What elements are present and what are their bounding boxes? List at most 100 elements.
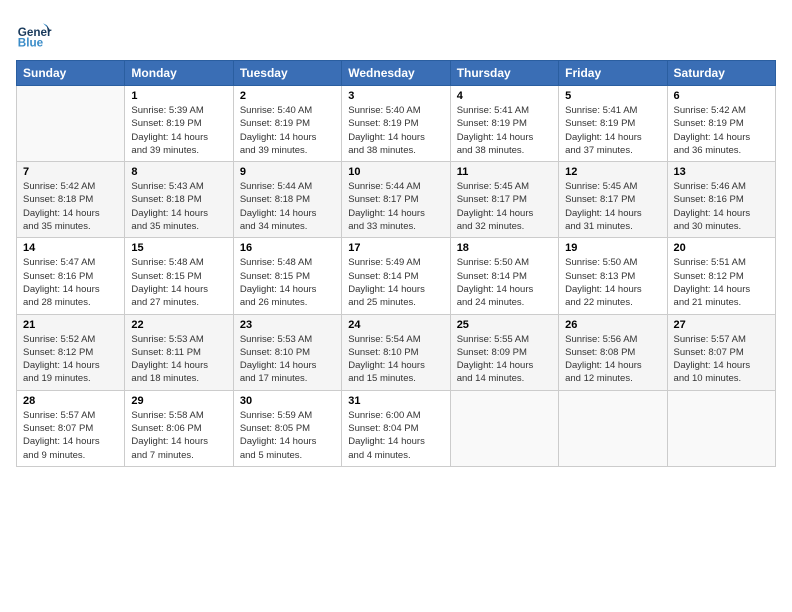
week-row-5: 28Sunrise: 5:57 AM Sunset: 8:07 PM Dayli…	[17, 390, 776, 466]
day-info: Sunrise: 5:48 AM Sunset: 8:15 PM Dayligh…	[240, 256, 335, 309]
day-number: 25	[457, 319, 552, 331]
day-number: 21	[23, 319, 118, 331]
day-number: 10	[348, 166, 443, 178]
calendar-table: SundayMondayTuesdayWednesdayThursdayFrid…	[16, 60, 776, 467]
calendar-cell: 25 Sunrise: 5:55 AM Sunset: 8:09 PM Dayli…	[450, 314, 558, 390]
day-info: Sunrise: 5:41 AM Sunset: 8:19 PM Dayligh…	[457, 104, 552, 157]
calendar-cell: 20 Sunrise: 5:51 AM Sunset: 8:12 PM Dayli…	[667, 238, 775, 314]
calendar-cell: 15 Sunrise: 5:48 AM Sunset: 8:15 PM Dayli…	[125, 238, 233, 314]
day-number: 31	[348, 395, 443, 407]
day-number: 20	[674, 242, 769, 254]
day-info: Sunrise: 5:50 AM Sunset: 8:13 PM Dayligh…	[565, 256, 660, 309]
day-info: Sunrise: 5:40 AM Sunset: 8:19 PM Dayligh…	[240, 104, 335, 157]
day-number: 4	[457, 90, 552, 102]
calendar-header: SundayMondayTuesdayWednesdayThursdayFrid…	[17, 61, 776, 86]
day-info: Sunrise: 5:52 AM Sunset: 8:12 PM Dayligh…	[23, 333, 118, 386]
day-info: Sunrise: 5:42 AM Sunset: 8:19 PM Dayligh…	[674, 104, 769, 157]
day-number: 29	[131, 395, 226, 407]
header-day-friday: Friday	[559, 61, 667, 86]
calendar-cell: 31 Sunrise: 6:00 AM Sunset: 8:04 PM Dayli…	[342, 390, 450, 466]
day-info: Sunrise: 5:57 AM Sunset: 8:07 PM Dayligh…	[674, 333, 769, 386]
header-day-sunday: Sunday	[17, 61, 125, 86]
calendar-cell: 11Sunrise: 5:45 AM Sunset: 8:17 PM Dayli…	[450, 162, 558, 238]
day-number: 13	[674, 166, 769, 178]
day-number: 28	[23, 395, 118, 407]
day-info: Sunrise: 6:00 AM Sunset: 8:04 PM Dayligh…	[348, 409, 443, 462]
logo-icon: General Blue	[16, 16, 52, 52]
day-info: Sunrise: 5:59 AM Sunset: 8:05 PM Dayligh…	[240, 409, 335, 462]
calendar-cell: 21 Sunrise: 5:52 AM Sunset: 8:12 PM Dayli…	[17, 314, 125, 390]
calendar-cell: 9 Sunrise: 5:44 AM Sunset: 8:18 PM Daylig…	[233, 162, 341, 238]
calendar-cell: 3Sunrise: 5:40 AM Sunset: 8:19 PM Daylig…	[342, 86, 450, 162]
day-number: 2	[240, 90, 335, 102]
day-number: 7	[23, 166, 118, 178]
page-header: General Blue	[16, 16, 776, 52]
calendar-cell: 27Sunrise: 5:57 AM Sunset: 8:07 PM Dayli…	[667, 314, 775, 390]
header-row: SundayMondayTuesdayWednesdayThursdayFrid…	[17, 61, 776, 86]
calendar-cell: 24Sunrise: 5:54 AM Sunset: 8:10 PM Dayli…	[342, 314, 450, 390]
day-number: 26	[565, 319, 660, 331]
calendar-cell: 16 Sunrise: 5:48 AM Sunset: 8:15 PM Dayli…	[233, 238, 341, 314]
calendar-cell: 4 Sunrise: 5:41 AM Sunset: 8:19 PM Daylig…	[450, 86, 558, 162]
day-number: 6	[674, 90, 769, 102]
calendar-cell: 29 Sunrise: 5:58 AM Sunset: 8:06 PM Dayli…	[125, 390, 233, 466]
calendar-cell: 26 Sunrise: 5:56 AM Sunset: 8:08 PM Dayli…	[559, 314, 667, 390]
day-number: 30	[240, 395, 335, 407]
calendar-cell	[559, 390, 667, 466]
day-info: Sunrise: 5:43 AM Sunset: 8:18 PM Dayligh…	[131, 180, 226, 233]
calendar-cell	[667, 390, 775, 466]
calendar-cell: 12 Sunrise: 5:45 AM Sunset: 8:17 PM Dayli…	[559, 162, 667, 238]
day-number: 19	[565, 242, 660, 254]
day-info: Sunrise: 5:44 AM Sunset: 8:18 PM Dayligh…	[240, 180, 335, 233]
day-number: 17	[348, 242, 443, 254]
day-info: Sunrise: 5:53 AM Sunset: 8:11 PM Dayligh…	[131, 333, 226, 386]
day-info: Sunrise: 5:47 AM Sunset: 8:16 PM Dayligh…	[23, 256, 118, 309]
day-number: 5	[565, 90, 660, 102]
day-info: Sunrise: 5:49 AM Sunset: 8:14 PM Dayligh…	[348, 256, 443, 309]
calendar-cell: 19 Sunrise: 5:50 AM Sunset: 8:13 PM Dayli…	[559, 238, 667, 314]
calendar-cell: 13 Sunrise: 5:46 AM Sunset: 8:16 PM Dayli…	[667, 162, 775, 238]
header-day-saturday: Saturday	[667, 61, 775, 86]
day-info: Sunrise: 5:51 AM Sunset: 8:12 PM Dayligh…	[674, 256, 769, 309]
day-number: 9	[240, 166, 335, 178]
calendar-cell	[17, 86, 125, 162]
day-number: 22	[131, 319, 226, 331]
day-number: 15	[131, 242, 226, 254]
calendar-cell: 23Sunrise: 5:53 AM Sunset: 8:10 PM Dayli…	[233, 314, 341, 390]
day-number: 8	[131, 166, 226, 178]
week-row-2: 7Sunrise: 5:42 AM Sunset: 8:18 PM Daylig…	[17, 162, 776, 238]
calendar-cell: 14Sunrise: 5:47 AM Sunset: 8:16 PM Dayli…	[17, 238, 125, 314]
calendar-cell: 10 Sunrise: 5:44 AM Sunset: 8:17 PM Dayli…	[342, 162, 450, 238]
header-day-thursday: Thursday	[450, 61, 558, 86]
day-info: Sunrise: 5:58 AM Sunset: 8:06 PM Dayligh…	[131, 409, 226, 462]
day-info: Sunrise: 5:48 AM Sunset: 8:15 PM Dayligh…	[131, 256, 226, 309]
day-info: Sunrise: 5:44 AM Sunset: 8:17 PM Dayligh…	[348, 180, 443, 233]
day-info: Sunrise: 5:53 AM Sunset: 8:10 PM Dayligh…	[240, 333, 335, 386]
calendar-cell: 6 Sunrise: 5:42 AM Sunset: 8:19 PM Daylig…	[667, 86, 775, 162]
day-number: 18	[457, 242, 552, 254]
calendar-cell: 8 Sunrise: 5:43 AM Sunset: 8:18 PM Daylig…	[125, 162, 233, 238]
day-number: 12	[565, 166, 660, 178]
calendar-cell: 17 Sunrise: 5:49 AM Sunset: 8:14 PM Dayli…	[342, 238, 450, 314]
calendar-cell: 22 Sunrise: 5:53 AM Sunset: 8:11 PM Dayli…	[125, 314, 233, 390]
week-row-4: 21 Sunrise: 5:52 AM Sunset: 8:12 PM Dayli…	[17, 314, 776, 390]
day-number: 11	[457, 166, 552, 178]
svg-text:Blue: Blue	[18, 37, 44, 50]
day-info: Sunrise: 5:55 AM Sunset: 8:09 PM Dayligh…	[457, 333, 552, 386]
logo: General Blue	[16, 16, 56, 52]
calendar-cell: 1Sunrise: 5:39 AM Sunset: 8:19 PM Daylig…	[125, 86, 233, 162]
calendar-cell	[450, 390, 558, 466]
day-info: Sunrise: 5:50 AM Sunset: 8:14 PM Dayligh…	[457, 256, 552, 309]
header-day-monday: Monday	[125, 61, 233, 86]
day-info: Sunrise: 5:46 AM Sunset: 8:16 PM Dayligh…	[674, 180, 769, 233]
day-info: Sunrise: 5:45 AM Sunset: 8:17 PM Dayligh…	[565, 180, 660, 233]
day-info: Sunrise: 5:39 AM Sunset: 8:19 PM Dayligh…	[131, 104, 226, 157]
calendar-cell: 2 Sunrise: 5:40 AM Sunset: 8:19 PM Daylig…	[233, 86, 341, 162]
header-day-tuesday: Tuesday	[233, 61, 341, 86]
day-number: 16	[240, 242, 335, 254]
week-row-1: 1Sunrise: 5:39 AM Sunset: 8:19 PM Daylig…	[17, 86, 776, 162]
calendar-cell: 18 Sunrise: 5:50 AM Sunset: 8:14 PM Dayli…	[450, 238, 558, 314]
day-number: 3	[348, 90, 443, 102]
calendar-cell: 30 Sunrise: 5:59 AM Sunset: 8:05 PM Dayli…	[233, 390, 341, 466]
day-info: Sunrise: 5:56 AM Sunset: 8:08 PM Dayligh…	[565, 333, 660, 386]
